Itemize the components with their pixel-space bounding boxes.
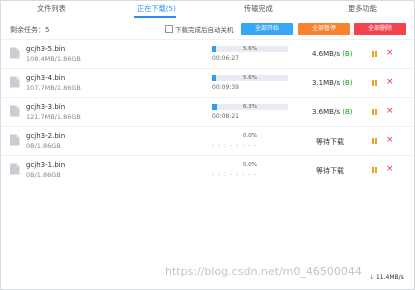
tab-bar: 文件列表 正在下载(5) 传输完成 更多功能 xyxy=(1,1,414,19)
speed-marker: (B) xyxy=(342,79,353,87)
speed-value: 4.6MB/s xyxy=(312,50,340,58)
tab-file-list[interactable]: 文件列表 xyxy=(37,4,66,14)
auto-shutdown-checkbox[interactable] xyxy=(165,25,173,33)
download-speed: 4.6MB/s (B) xyxy=(312,50,352,58)
file-name: gcjh3-4.bin xyxy=(26,74,66,82)
download-speed: 3.6MB/s (B) xyxy=(312,108,352,116)
close-icon[interactable]: × xyxy=(386,48,394,58)
close-icon[interactable]: × xyxy=(386,164,394,174)
speed-marker: (B) xyxy=(342,108,353,116)
pause-icon[interactable] xyxy=(372,167,377,173)
close-icon[interactable]: × xyxy=(386,106,394,116)
file-size: 108.4MB/1.86GB xyxy=(26,55,81,63)
close-icon[interactable]: × xyxy=(386,135,394,145)
total-speed-value: 11.4MB/s xyxy=(375,274,404,281)
pause-icon[interactable] xyxy=(372,80,377,86)
downloader-window: 文件列表 正在下载(5) 传输完成 更多功能 剩余任务：5 下载完成后自动关机 … xyxy=(0,0,415,290)
file-icon xyxy=(10,134,20,146)
speed-value: 3.6MB/s xyxy=(312,108,340,116)
file-name: gcjh3-1.bin xyxy=(26,161,66,169)
pause-all-button[interactable]: 全部暂停 xyxy=(298,23,350,35)
download-arrow-icon: ↓ xyxy=(369,274,375,281)
active-tab-indicator xyxy=(134,16,176,18)
file-size: 0B/1.86GB xyxy=(26,171,61,179)
tab-downloading[interactable]: 正在下载(5) xyxy=(137,4,176,14)
close-icon[interactable]: × xyxy=(386,77,394,87)
file-icon xyxy=(10,76,20,88)
progress-percent: 0.0% xyxy=(243,162,257,168)
time-remaining: 00:08:21 xyxy=(212,113,239,120)
download-row[interactable]: gcjh3-3.bin 121.7MB/1.86GB 6.3% 00:08:21… xyxy=(1,97,414,127)
waiting-status: 等待下载 xyxy=(316,167,344,175)
tab-more[interactable]: 更多功能 xyxy=(348,4,377,14)
file-icon xyxy=(10,105,20,117)
download-row[interactable]: gcjh3-4.bin 107.7MB/1.86GB 5.6% 00:09:39… xyxy=(1,68,414,98)
watermark: https://blog.csdn.net/m0_46500044 xyxy=(165,265,362,278)
progress-percent: 0.0% xyxy=(243,133,257,139)
auto-shutdown-label: 下载完成后自动关机 xyxy=(175,26,234,34)
file-icon xyxy=(10,163,20,175)
file-size: 121.7MB/1.86GB xyxy=(26,113,81,121)
progress-fill xyxy=(212,75,217,81)
pause-icon[interactable] xyxy=(372,109,377,115)
remaining-task-count: 剩余任务：5 xyxy=(10,26,50,34)
speed-value: 3.1MB/s xyxy=(312,79,340,87)
toolbar: 剩余任务：5 下载完成后自动关机 全部开始 全部暂停 全部删除 xyxy=(1,19,414,39)
pause-icon[interactable] xyxy=(372,51,377,57)
file-name: gcjh3-2.bin xyxy=(26,132,66,140)
progress-fill xyxy=(212,46,217,52)
progress-percent: 6.3% xyxy=(243,104,257,110)
file-icon xyxy=(10,47,20,59)
file-size: 107.7MB/1.86GB xyxy=(26,84,81,92)
file-name: gcjh3-5.bin xyxy=(26,45,66,53)
waiting-status: 等待下载 xyxy=(316,138,344,146)
start-all-button[interactable]: 全部开始 xyxy=(241,23,293,35)
tab-completed[interactable]: 传输完成 xyxy=(244,4,273,14)
download-row[interactable]: gcjh3-5.bin 108.4MB/1.86GB 5.6% 00:06:27… xyxy=(1,39,414,69)
file-size: 0B/1.86GB xyxy=(26,142,61,150)
time-remaining: - - : - - : - - xyxy=(212,171,258,178)
progress-percent: 5.6% xyxy=(243,75,257,81)
delete-all-button[interactable]: 全部删除 xyxy=(354,23,406,35)
download-row[interactable]: gcjh3-1.bin 0B/1.86GB 0.0% - - : - - : -… xyxy=(1,155,414,185)
pause-icon[interactable] xyxy=(372,138,377,144)
auto-shutdown-option[interactable]: 下载完成后自动关机 xyxy=(165,24,234,34)
total-speed: ↓ 11.4MB/s xyxy=(369,274,404,281)
download-row[interactable]: gcjh3-2.bin 0B/1.86GB 0.0% - - : - - : -… xyxy=(1,126,414,156)
progress-percent: 5.6% xyxy=(243,46,257,52)
download-speed: 3.1MB/s (B) xyxy=(312,79,352,87)
file-name: gcjh3-3.bin xyxy=(26,103,66,111)
time-remaining: - - : - - : - - xyxy=(212,142,258,149)
time-remaining: 00:06:27 xyxy=(212,55,239,62)
speed-marker: (B) xyxy=(342,50,353,58)
progress-fill xyxy=(212,104,217,110)
time-remaining: 00:09:39 xyxy=(212,84,239,91)
